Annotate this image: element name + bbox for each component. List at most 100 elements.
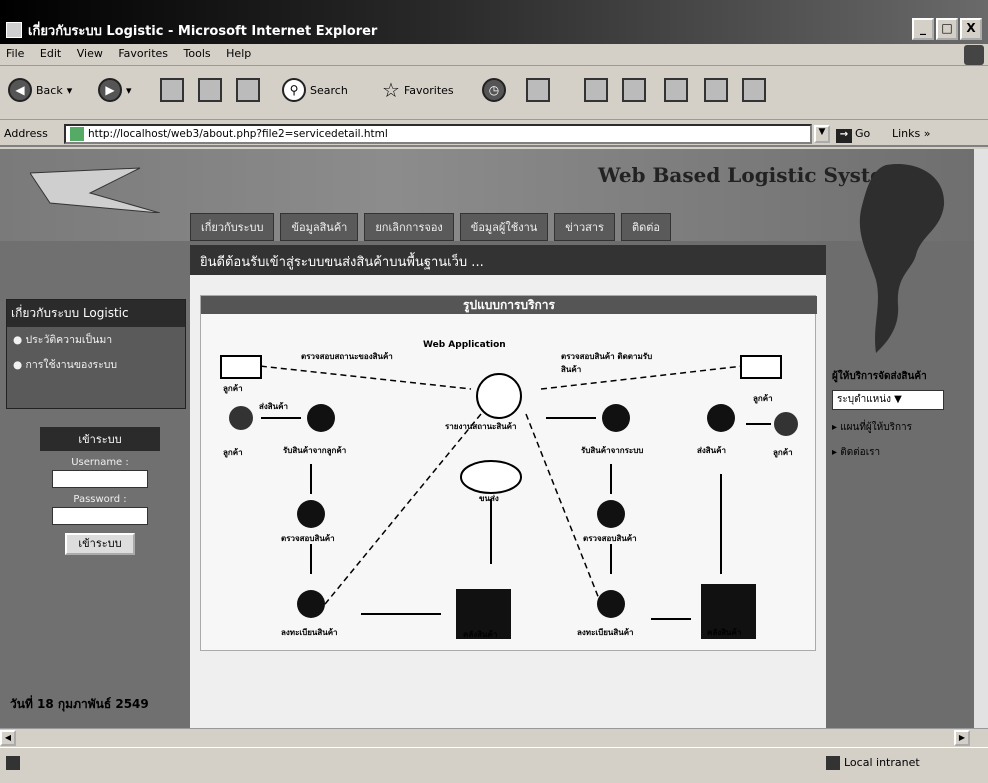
star-icon: ☆ [382,78,400,102]
login-button[interactable]: เข้าระบบ [65,533,135,555]
label-store-r: คลังสินค้า [707,628,742,637]
links-label: Links [892,127,921,140]
service-diagram: รูปแบบการบริการ Web Application ตรวจสอบส… [200,295,817,651]
go-arrow-icon: → [836,129,852,143]
scroll-right-icon[interactable]: ▶ [954,730,970,746]
label-receive-customer: รับสินค้าจากลูกค้า [283,446,347,455]
nav-contact[interactable]: ติดต่อ [620,213,671,241]
about-menu-item-history-label: ประวัติความเป็นมา [25,334,113,346]
nav-about[interactable]: เกี่ยวกับระบบ [190,213,275,241]
site-nav: เกี่ยวกับระบบ ข้อมูลสินค้า ยกเลิกการจอง … [190,213,677,241]
title-bar: เกี่ยวกับระบบ Logistic - Microsoft Inter… [0,0,988,44]
address-input[interactable]: http://localhost/web3/about.php?file2=se… [64,124,812,144]
username-label: Username : [71,457,129,468]
nav-user[interactable]: ข้อมูลผู้ใช้งาน [459,213,549,241]
search-label: Search [310,83,348,97]
search-button[interactable]: ⚲ Search [282,78,348,102]
address-bar: Address http://localhost/web3/about.php?… [0,121,988,147]
forward-arrow-icon: ▶ [98,78,122,102]
link-contact-us[interactable]: ▸ ติดต่อเรา [832,445,974,460]
ie-icon [6,22,22,38]
toolbar: ◀ Back ▾ ▶ ▾ ⚲ Search ☆ Favorites ◷ [0,66,988,120]
nav-cancel[interactable]: ยกเลิกการจอง [364,213,454,241]
location-select-value: ระบุตำแหน่ง [837,394,891,405]
label-check-right: ตรวจสอบสินค้า ติดตามรับสินค้า [561,352,653,374]
address-dropdown-icon[interactable]: ▼ [814,125,830,143]
status-bar: Local intranet [0,747,988,783]
about-menu-box: เกี่ยวกับระบบ Logistic ● ประวัติความเป็น… [6,299,186,409]
label-send: ส่งสินค้า [259,402,288,411]
about-menu-item-usage-label: การใช้งานของระบบ [25,359,118,371]
links-button[interactable]: Links » [892,127,931,140]
windows-logo-icon [964,45,984,65]
scroll-left-icon[interactable]: ◀ [0,730,16,746]
current-date: วันที่ 18 กุมภาพันธ์ 2549 [10,697,149,711]
favorites-label: Favorites [403,83,454,97]
discuss-icon[interactable] [664,78,688,102]
label-customer-tr: ลูกค้า [753,394,773,403]
label-receive-system: รับสินค้าจากระบบ [581,446,644,455]
horizontal-scrollbar[interactable]: ◀ ▶ [0,728,988,746]
menu-edit[interactable]: Edit [34,44,67,63]
home-icon[interactable] [236,78,260,102]
go-button[interactable]: → Go [836,127,870,143]
messenger-icon[interactable] [742,78,766,102]
label-transport: ขนส่ง [479,494,499,503]
link-provider-map-label: แผนที่ผู้ให้บริการ [840,422,913,433]
label-check-left: ตรวจสอบสถานะของสินค้า [301,352,393,361]
label-report: รายงานสถานะสินค้า [445,422,517,431]
back-dropdown-icon[interactable]: ▾ [67,84,73,97]
security-zone-label: Local intranet [844,756,920,769]
nav-goods[interactable]: ข้อมูลสินค้า [280,213,359,241]
back-label: Back [36,83,63,97]
window-title: เกี่ยวกับระบบ Logistic - Microsoft Inter… [28,24,378,39]
label-customer-l: ลูกค้า [223,448,243,457]
history-icon[interactable]: ◷ [482,78,506,102]
label-register-l: ลงทะเบียนสินค้า [281,628,338,637]
nav-news[interactable]: ข่าวสาร [554,213,615,241]
menu-help[interactable]: Help [220,44,257,63]
label-customer-r: ลูกค้า [773,448,793,457]
menu-tools[interactable]: Tools [178,44,217,63]
back-button[interactable]: ◀ Back ▾ [8,78,72,102]
login-box: เข้าระบบ Username : Password : เข้าระบบ [40,427,160,557]
label-deliver: ส่งสินค้า [697,446,726,455]
about-menu-item-history[interactable]: ● ประวัติความเป็นมา [7,327,185,352]
favorites-button[interactable]: ☆ Favorites [382,78,454,102]
location-select[interactable]: ระบุตำแหน่ง ▼ [832,390,944,410]
about-menu-item-usage[interactable]: ● การใช้งานของระบบ [7,352,185,377]
minimize-button[interactable]: _ [912,18,934,40]
link-provider-map[interactable]: ▸ แผนที่ผู้ให้บริการ [832,420,974,435]
page-status-icon [6,756,20,770]
research-icon[interactable] [704,78,728,102]
menu-favorites[interactable]: Favorites [112,44,174,63]
refresh-icon[interactable] [198,78,222,102]
search-icon: ⚲ [282,78,306,102]
thailand-map-icon [859,164,945,353]
forward-button[interactable]: ▶ ▾ [98,78,132,102]
welcome-banner: ยินดีต้อนรับเข้าสู่ระบบขนส่งสินค้าบนพื้น… [190,245,826,275]
go-label: Go [855,127,871,140]
provider-box: ผู้ให้บริการจัดส่งสินค้า ระบุตำแหน่ง ▼ ▸… [832,369,974,519]
main-content: รูปแบบการบริการ Web Application ตรวจสอบส… [190,275,826,728]
maximize-button[interactable]: □ [936,18,958,40]
login-header: เข้าระบบ [40,427,160,451]
edit-icon[interactable] [622,78,646,102]
print-icon[interactable] [584,78,608,102]
company-logo-icon [30,167,160,213]
mail-icon[interactable] [526,78,550,102]
username-input[interactable] [52,470,148,488]
menu-view[interactable]: View [71,44,109,63]
menu-bar: File Edit View Favorites Tools Help [0,44,988,66]
stop-icon[interactable] [160,78,184,102]
label-check-goods-r: ตรวจสอบสินค้า [583,534,637,543]
password-input[interactable] [52,507,148,525]
forward-dropdown-icon[interactable]: ▾ [126,84,132,97]
menu-file[interactable]: File [0,44,30,63]
vertical-scrollbar[interactable] [974,149,988,728]
close-button[interactable]: X [960,18,982,40]
label-register-r: ลงทะเบียนสินค้า [577,628,634,637]
security-zone: Local intranet [826,756,920,770]
about-menu-header: เกี่ยวกับระบบ Logistic [7,300,185,327]
page-content: Web Based Logistic Systems เกี่ยวกับระบบ… [0,149,974,728]
